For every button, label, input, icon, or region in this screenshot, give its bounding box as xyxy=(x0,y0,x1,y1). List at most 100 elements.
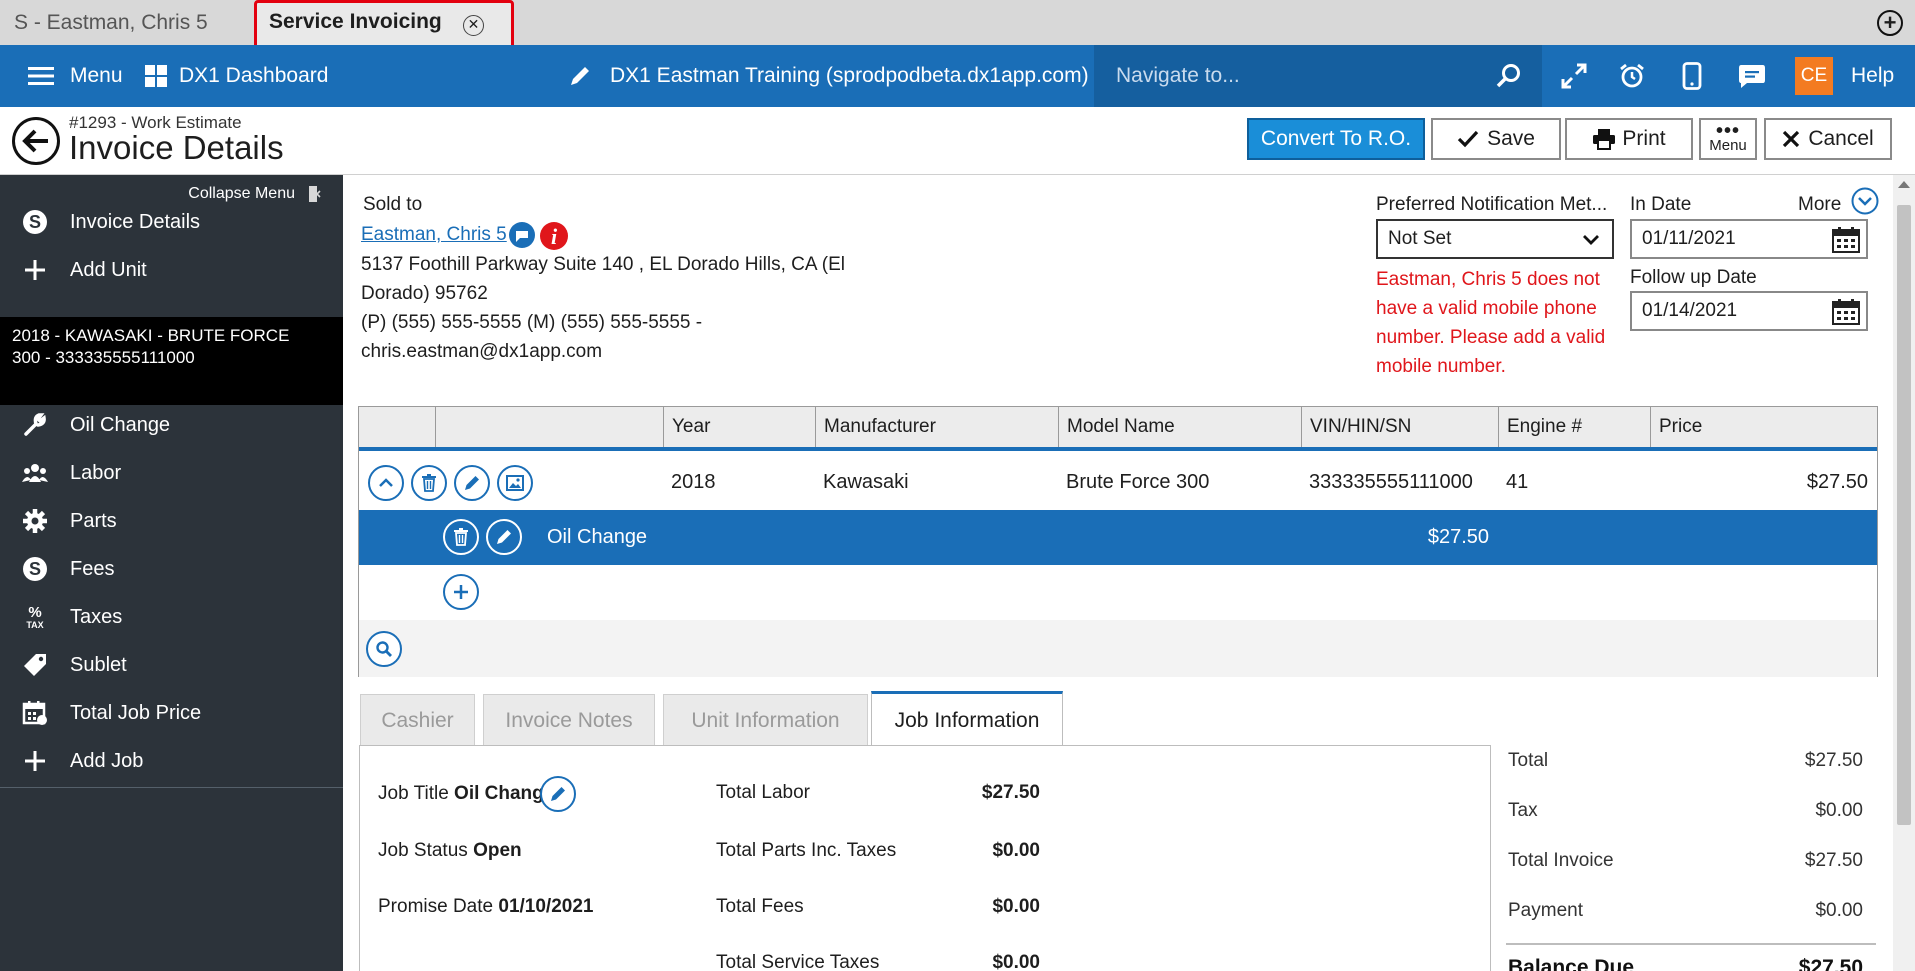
navigate-input[interactable] xyxy=(1116,59,1476,93)
column-header-manufacturer[interactable]: Manufacturer xyxy=(815,407,1058,447)
more-chevron-icon[interactable] xyxy=(1851,187,1879,215)
calendar-icon[interactable] xyxy=(1832,227,1860,253)
unit-year: 2018 xyxy=(671,471,716,493)
grid-search-button[interactable] xyxy=(366,631,402,667)
fullscreen-icon[interactable] xyxy=(1550,45,1598,107)
tab-job-information[interactable]: Job Information xyxy=(871,691,1063,747)
notification-method-value: Not Set xyxy=(1388,228,1452,249)
column-header-year[interactable]: Year xyxy=(663,407,815,447)
sidebar-item-label: Add Job xyxy=(70,749,144,772)
sidebar-item-label: Labor xyxy=(70,461,122,484)
alarm-clock-icon[interactable] xyxy=(1608,45,1656,107)
dealership-selector[interactable]: DX1 Eastman Training (sprodpodbeta.dx1ap… xyxy=(568,45,1089,107)
dots-icon: ••• xyxy=(1715,119,1740,142)
close-tab-icon[interactable]: ✕ xyxy=(463,15,484,36)
sidebar: Collapse Menu S Invoice Details Add Unit… xyxy=(0,175,343,971)
payment-value: $0.00 xyxy=(1815,900,1863,921)
followup-date-input[interactable]: 01/14/2021 xyxy=(1630,291,1868,331)
tag-icon xyxy=(24,654,46,676)
help-link[interactable]: Help xyxy=(1851,45,1894,107)
plus-icon xyxy=(454,585,468,599)
sold-to-label: Sold to xyxy=(363,194,423,215)
sidebar-item-parts[interactable]: Parts xyxy=(0,497,343,545)
unit-model: Brute Force 300 xyxy=(1066,471,1210,493)
mobile-phone-icon[interactable] xyxy=(1668,45,1716,107)
warning-line: Eastman, Chris 5 does not xyxy=(1376,269,1600,290)
unit-row[interactable]: 2018 Kawasaki Brute Force 300 3333355551… xyxy=(359,455,1877,510)
tab-customer[interactable]: S - Eastman, Chris 5 xyxy=(14,0,208,45)
tab-service-invoicing-label: Service Invoicing xyxy=(269,10,442,33)
mobile-warning: Eastman, Chris 5 does not have a valid m… xyxy=(1376,265,1605,381)
chevron-up-icon xyxy=(379,478,393,487)
notification-method-select[interactable]: Not Set xyxy=(1376,219,1614,259)
page-header: #1293 - Work Estimate Invoice Details Co… xyxy=(0,107,1915,175)
sidebar-item-add-job[interactable]: Add Job xyxy=(0,737,343,785)
unit-line-2: 300 - 333335555111000 xyxy=(12,348,195,367)
calendar-icon[interactable] xyxy=(1832,299,1860,325)
search-icon[interactable] xyxy=(1496,63,1522,89)
dealership-label: DX1 Eastman Training (sprodpodbeta.dx1ap… xyxy=(610,64,1089,87)
chat-icon[interactable] xyxy=(1728,45,1776,107)
page-title: Invoice Details xyxy=(69,129,284,166)
dashboard-button[interactable]: DX1 Dashboard xyxy=(145,45,328,107)
column-header-engine[interactable]: Engine # xyxy=(1498,407,1650,447)
job-status-value: Open xyxy=(473,840,522,861)
convert-to-ro-button[interactable]: Convert To R.O. xyxy=(1247,118,1425,160)
tab-service-invoicing[interactable]: Service Invoicing ✕ xyxy=(254,0,514,51)
sidebar-item-fees[interactable]: S Fees xyxy=(0,545,343,593)
more-menu-button[interactable]: ••• Menu xyxy=(1699,118,1757,160)
edit-unit-button[interactable] xyxy=(454,465,490,501)
sidebar-item-label: Fees xyxy=(70,557,115,580)
unit-vin: 333335555111000 xyxy=(1309,471,1473,493)
add-job-button[interactable] xyxy=(443,574,479,610)
menu-button[interactable]: Menu xyxy=(28,45,123,107)
job-information-panel: Job Title Oil Change Job Status Open Pro… xyxy=(359,745,1491,971)
delete-unit-button[interactable] xyxy=(411,465,447,501)
column-header-price[interactable]: Price xyxy=(1650,407,1877,447)
sidebar-item-invoice-details[interactable]: S Invoice Details xyxy=(0,198,343,246)
customer-email: chris.eastman@dx1app.com xyxy=(361,341,603,362)
sidebar-item-taxes[interactable]: % TAX Taxes xyxy=(0,593,343,641)
sidebar-item-labor[interactable]: Labor xyxy=(0,449,343,497)
column-header-model[interactable]: Model Name xyxy=(1058,407,1301,447)
more-label[interactable]: More xyxy=(1798,194,1841,216)
invoice-content: Sold to Eastman, Chris 5 i 5137 Foothill… xyxy=(343,175,1893,971)
scroll-up-arrow[interactable] xyxy=(1898,181,1910,188)
sidebar-item-total-job-price[interactable]: Total Job Price xyxy=(0,689,343,737)
in-date-input[interactable]: 01/11/2021 xyxy=(1630,219,1868,259)
cancel-button[interactable]: Cancel xyxy=(1764,118,1892,160)
tab-unit-information[interactable]: Unit Information xyxy=(663,694,868,746)
sidebar-item-sublet[interactable]: Sublet xyxy=(0,641,343,689)
sidebar-unit-selected[interactable]: 2018 - KAWASAKI - BRUTE FORCE 300 - 3333… xyxy=(0,317,343,405)
column-header-vin[interactable]: VIN/HIN/SN xyxy=(1301,407,1498,447)
tab-invoice-notes[interactable]: Invoice Notes xyxy=(483,694,655,746)
sidebar-item-oil-change[interactable]: Oil Change xyxy=(0,401,343,449)
unit-image-button[interactable] xyxy=(497,465,533,501)
job-row[interactable]: Oil Change $27.50 xyxy=(359,510,1877,565)
edit-job-title-button[interactable] xyxy=(540,776,576,812)
sidebar-item-add-unit[interactable]: Add Unit xyxy=(0,246,343,294)
back-button[interactable] xyxy=(12,117,60,165)
gear-icon xyxy=(23,509,47,533)
in-date-value: 01/11/2021 xyxy=(1642,228,1736,249)
tab-cashier[interactable]: Cashier xyxy=(360,694,475,746)
total-parts-label: Total Parts Inc. Taxes xyxy=(716,840,897,861)
sidebar-item-label: Invoice Details xyxy=(70,210,201,233)
edit-job-button[interactable] xyxy=(486,519,522,555)
print-button[interactable]: Print xyxy=(1565,118,1693,160)
save-button[interactable]: Save xyxy=(1431,118,1561,160)
collapse-unit-button[interactable] xyxy=(368,465,404,501)
info-icon[interactable]: i xyxy=(539,221,569,251)
header-actions-col xyxy=(359,407,435,447)
user-avatar[interactable]: CE xyxy=(1795,57,1833,95)
vertical-scrollbar[interactable] xyxy=(1893,175,1915,971)
warning-line: mobile number. xyxy=(1376,356,1506,377)
new-tab-icon[interactable]: + xyxy=(1877,10,1903,36)
message-bubble-icon[interactable] xyxy=(508,221,536,249)
followup-date-label: Follow up Date xyxy=(1630,267,1757,288)
promise-date-label: Promise Date xyxy=(378,896,494,917)
scrollbar-thumb[interactable] xyxy=(1897,205,1911,825)
delete-job-button[interactable] xyxy=(443,519,479,555)
customer-name-link[interactable]: Eastman, Chris 5 xyxy=(361,224,507,246)
total-parts-value: $0.00 xyxy=(992,840,1040,861)
